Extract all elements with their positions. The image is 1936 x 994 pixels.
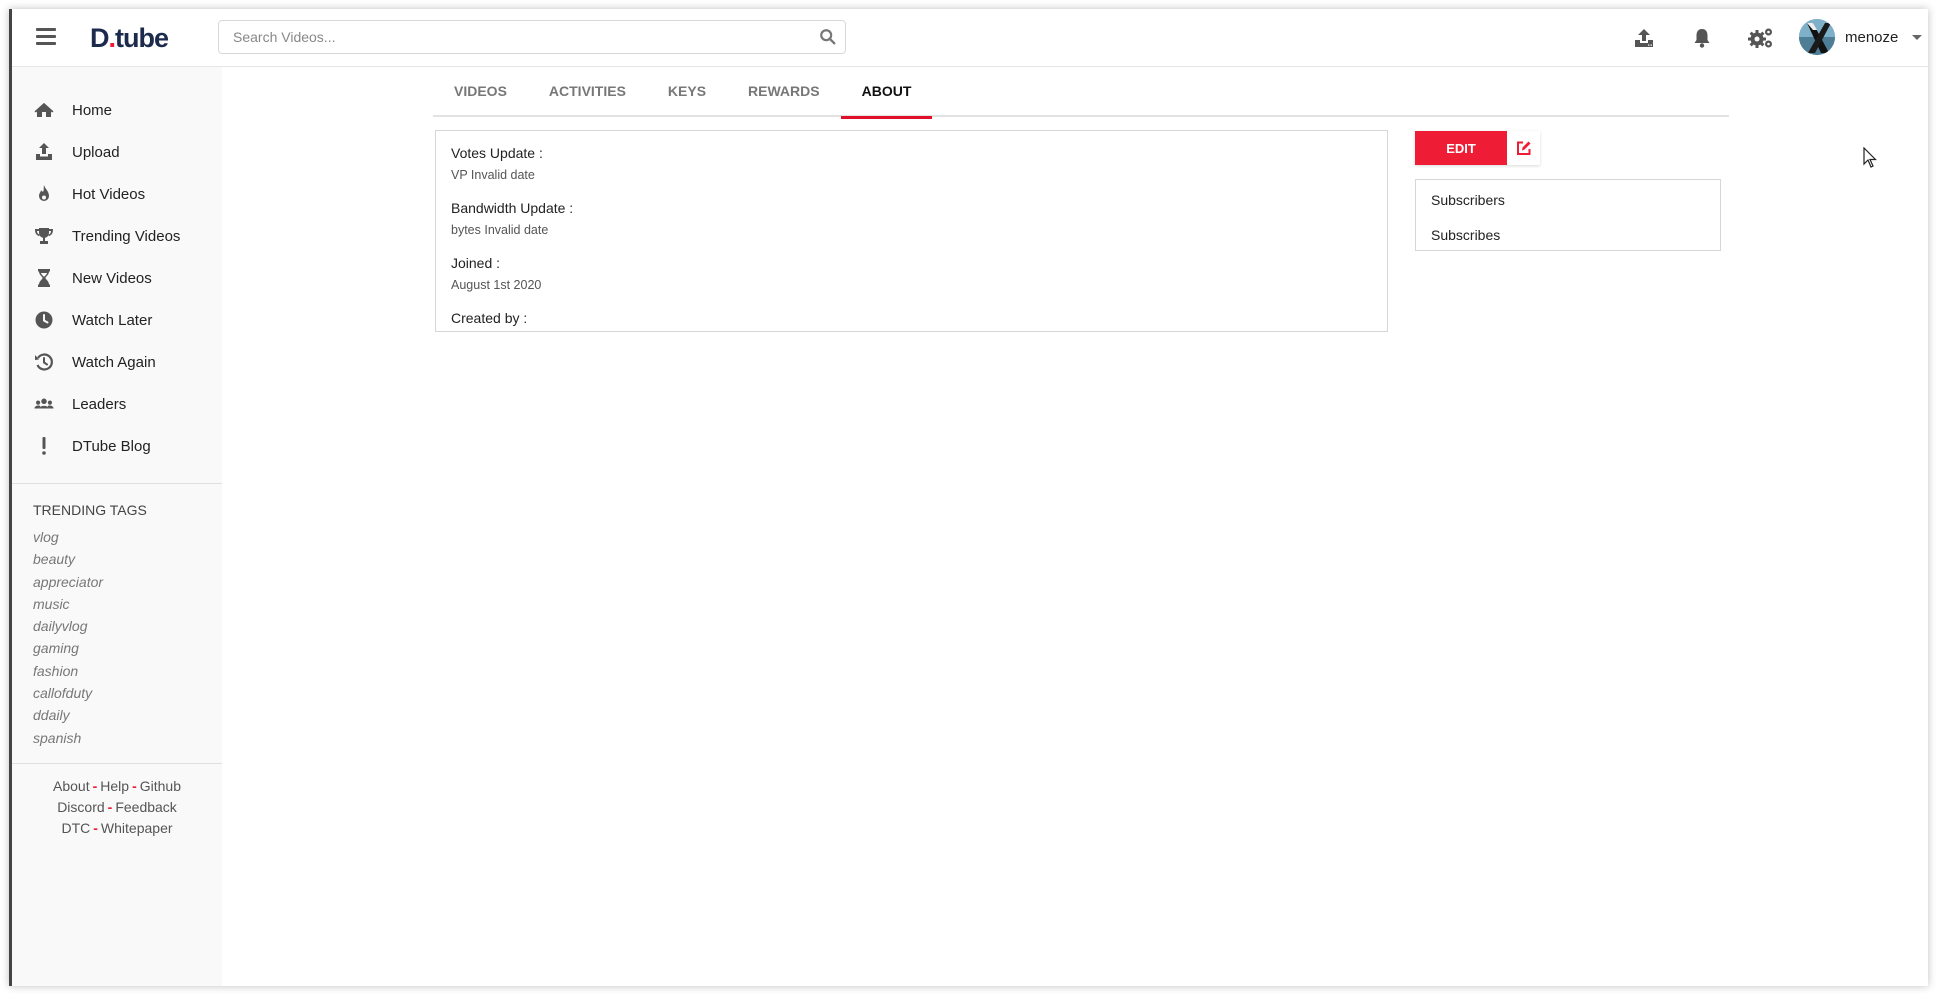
upload-icon[interactable]: [1632, 26, 1656, 50]
field-value: VP Invalid date: [451, 168, 535, 182]
mouse-cursor-icon: [1863, 147, 1877, 168]
created-by-field: Created by :: [451, 308, 1372, 328]
exclamation-icon: [42, 437, 46, 455]
footer-link-dtc[interactable]: DTC: [61, 820, 90, 836]
tag-link[interactable]: music: [33, 593, 222, 615]
trending-tags-title: TRENDING TAGS: [33, 502, 147, 518]
field-value: August 1st 2020: [451, 278, 542, 292]
tab-rewards[interactable]: REWARDS: [727, 71, 841, 117]
trophy-icon: [35, 228, 53, 244]
field-label: Votes Update :: [451, 145, 543, 161]
tag-link[interactable]: beauty: [33, 548, 222, 570]
sidebar-item-trending-videos[interactable]: Trending Videos: [12, 215, 222, 257]
search-bar: [218, 20, 846, 54]
sidebar-item-upload[interactable]: Upload: [12, 131, 222, 173]
profile-tabs: VIDEOS ACTIVITIES KEYS REWARDS ABOUT: [433, 71, 1729, 119]
username: menoze: [1845, 28, 1899, 46]
tag-link[interactable]: fashion: [33, 660, 222, 682]
sidebar-item-label: Watch Later: [72, 311, 153, 329]
footer-link-feedback[interactable]: Feedback: [115, 799, 176, 815]
logo-text: tube: [115, 22, 169, 53]
footer-link-help[interactable]: Help: [100, 778, 129, 794]
edit-button-group: EDIT: [1415, 131, 1540, 165]
sidebar-item-label: Upload: [72, 143, 120, 161]
settings-gears-icon[interactable]: [1747, 26, 1775, 50]
tag-link[interactable]: vlog: [33, 526, 222, 548]
trending-tags: TRENDING TAGS vlog beauty appreciator mu…: [12, 484, 222, 763]
tag-link[interactable]: appreciator: [33, 571, 222, 593]
field-label: Bandwidth Update :: [451, 200, 574, 216]
edit-icon-button[interactable]: [1507, 131, 1540, 165]
edit-icon: [1516, 141, 1530, 155]
field-label: Joined :: [451, 255, 501, 271]
sidebar-item-watch-later[interactable]: Watch Later: [12, 299, 222, 341]
sidebar-nav: Home Upload Hot Videos Trending Videos N…: [12, 67, 222, 467]
sidebar-item-hot-videos[interactable]: Hot Videos: [12, 173, 222, 215]
tab-keys[interactable]: KEYS: [647, 71, 727, 117]
menu-icon[interactable]: [36, 28, 56, 46]
sidebar-item-label: Trending Videos: [72, 227, 181, 245]
footer-link-github[interactable]: Github: [140, 778, 181, 794]
sidebar-item-new-videos[interactable]: New Videos: [12, 257, 222, 299]
avatar-image: [1799, 19, 1835, 55]
votes-update-field: Votes Update : VP Invalid date: [451, 143, 1372, 184]
sidebar-item-home[interactable]: Home: [12, 89, 222, 131]
avatar[interactable]: [1799, 19, 1835, 55]
chevron-down-icon: [1912, 34, 1923, 40]
subscribes-link[interactable]: Subscribes: [1431, 225, 1705, 260]
separator: -: [93, 819, 98, 836]
sidebar-item-watch-again[interactable]: Watch Again: [12, 341, 222, 383]
field-label: Created by :: [451, 310, 528, 326]
field-value: bytes Invalid date: [451, 223, 549, 237]
footer-link-whitepaper[interactable]: Whitepaper: [101, 820, 173, 836]
separator: -: [107, 798, 113, 815]
fire-icon: [39, 185, 49, 201]
logo-d: D: [90, 22, 109, 53]
top-header: D. tube Search Videos... menoze: [12, 9, 1928, 67]
sidebar-item-label: DTube Blog: [72, 437, 151, 455]
sidebar-item-label: Leaders: [72, 395, 127, 413]
sidebar-item-label: Home: [72, 101, 113, 119]
joined-field: Joined : August 1st 2020: [451, 253, 1372, 294]
clock-icon: [35, 311, 53, 329]
upload-icon: [36, 143, 52, 160]
about-panel: Votes Update : VP Invalid date Bandwidth…: [435, 130, 1388, 332]
browser-page: D. tube Search Videos... menoze Home Upl…: [9, 9, 1928, 986]
tag-link[interactable]: dailyvlog: [33, 615, 222, 637]
subscriptions-panel: Subscribers Subscribes: [1415, 179, 1721, 251]
sidebar-item-label: Hot Videos: [72, 185, 146, 203]
sidebar-item-leaders[interactable]: Leaders: [12, 383, 222, 425]
tag-link[interactable]: callofduty: [33, 682, 222, 704]
tab-activities[interactable]: ACTIVITIES: [528, 71, 647, 117]
user-menu[interactable]: menoze: [1799, 18, 1923, 56]
subscribers-link[interactable]: Subscribers: [1431, 190, 1705, 225]
home-icon: [34, 103, 54, 117]
edit-button[interactable]: EDIT: [1415, 131, 1507, 165]
separator: -: [92, 777, 98, 794]
sidebar: Home Upload Hot Videos Trending Videos N…: [12, 67, 222, 986]
sidebar-item-label: New Videos: [72, 269, 152, 287]
tag-link[interactable]: gaming: [33, 637, 222, 659]
hourglass-icon: [38, 269, 50, 287]
separator: -: [132, 777, 137, 794]
sidebar-item-label: Watch Again: [72, 353, 156, 371]
dtube-logo[interactable]: D. tube: [90, 22, 169, 53]
bandwidth-update-field: Bandwidth Update : bytes Invalid date: [451, 198, 1372, 239]
users-icon: [34, 398, 54, 409]
search-icon[interactable]: [819, 28, 837, 46]
footer-link-about[interactable]: About: [53, 778, 90, 794]
bell-icon[interactable]: [1690, 26, 1714, 50]
tab-videos[interactable]: VIDEOS: [433, 71, 528, 117]
history-icon: [35, 353, 53, 371]
tab-about[interactable]: ABOUT: [840, 71, 933, 119]
footer-link-discord[interactable]: Discord: [57, 799, 104, 815]
tag-link[interactable]: ddaily: [33, 704, 222, 726]
sidebar-footer: About - Help - Github Discord - Feedback DTC - W…: [12, 764, 222, 839]
sidebar-item-dtube-blog[interactable]: DTube Blog: [12, 425, 222, 467]
search-input[interactable]: [219, 21, 799, 53]
tag-link[interactable]: spanish: [33, 727, 222, 749]
